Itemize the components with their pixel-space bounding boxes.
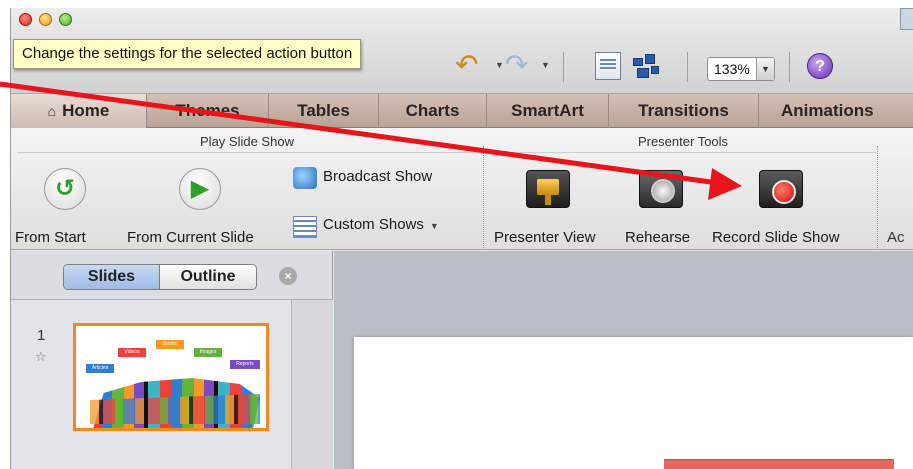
- tab-slides[interactable]: Slides: [64, 265, 160, 289]
- thumb-label: Videos: [118, 348, 146, 357]
- rehearse-label: Rehearse: [625, 229, 691, 246]
- home-icon: ⌂: [47, 103, 57, 119]
- tab-label: Home: [62, 101, 110, 120]
- redo-icon[interactable]: ↷: [505, 48, 543, 82]
- ribbon-tabs: ⌂ Home Themes Tables Charts SmartArt Tran…: [11, 94, 913, 128]
- zoom-value: 133%: [714, 61, 750, 77]
- app-icon: [900, 8, 913, 30]
- from-current-slide-label: From Current Slide: [127, 229, 254, 246]
- tab-outline[interactable]: Outline: [160, 265, 256, 289]
- slides-outline-toggle: Slides Outline: [63, 264, 257, 290]
- broadcast-icon: [293, 167, 317, 189]
- thumb-label: Books: [156, 340, 184, 349]
- tab-transitions[interactable]: Transitions: [609, 94, 759, 128]
- slides-pane: Slides Outline × 1 ☆ Videos Books Images…: [11, 251, 333, 469]
- custom-shows-icon: [293, 216, 317, 238]
- media-browser-icon[interactable]: [631, 52, 661, 80]
- custom-shows-label: Custom Shows: [323, 216, 424, 233]
- pane-splitter[interactable]: [291, 300, 333, 469]
- zoom-window-button[interactable]: [59, 13, 72, 26]
- truncated-button-label[interactable]: Ac: [887, 229, 905, 246]
- slide-number: 1: [37, 327, 46, 344]
- tab-label: SmartArt: [511, 101, 584, 120]
- tab-label: Animations: [781, 101, 874, 120]
- thumb-label: Articles: [86, 364, 114, 373]
- presenter-view-label: Presenter View: [494, 229, 596, 246]
- undo-dropdown-icon[interactable]: ▼: [495, 60, 504, 70]
- custom-shows-button[interactable]: Custom Shows ▼: [323, 216, 439, 233]
- tab-label: Tables: [297, 101, 350, 120]
- group-title-presenter: Presenter Tools: [637, 134, 729, 149]
- toolbar-separator: [687, 52, 688, 82]
- zoom-select[interactable]: 133% ▼: [707, 57, 775, 81]
- group-separator: [483, 146, 484, 250]
- presenter-view-icon[interactable]: [526, 170, 570, 208]
- from-start-button[interactable]: ↺: [44, 168, 86, 210]
- tab-themes[interactable]: Themes: [147, 94, 269, 128]
- tab-animations[interactable]: Animations: [759, 94, 913, 128]
- group-separator: [877, 146, 878, 250]
- powerpoint-window: ↶ ▼ ↷ ▼ 133% ▼ ? ⌂ Home Themes Tables Cha…: [10, 8, 913, 469]
- ribbon-slideshow: Play Slide Show ↺ From Start ▶ From Curr…: [11, 128, 913, 250]
- group-title-line: [17, 152, 479, 153]
- tab-smartart[interactable]: SmartArt: [487, 94, 609, 128]
- rehearse-icon[interactable]: [639, 170, 683, 208]
- group-title-line: [489, 152, 877, 153]
- undo-icon[interactable]: ↶: [455, 48, 495, 82]
- from-current-slide-button[interactable]: ▶: [179, 168, 221, 210]
- zoom-dropdown-icon[interactable]: ▼: [756, 58, 774, 80]
- tab-label: Themes: [175, 101, 240, 120]
- current-slide[interactable]: [354, 337, 913, 469]
- slide-canvas[interactable]: [334, 251, 913, 469]
- tab-label: Transitions: [638, 101, 729, 120]
- slide-thumbnail[interactable]: Videos Books Images Articles Reports: [73, 323, 269, 431]
- chevron-down-icon: ▼: [429, 221, 439, 231]
- tab-home[interactable]: ⌂ Home: [11, 94, 147, 128]
- minimize-window-button[interactable]: [39, 13, 52, 26]
- thumb-label: Images: [194, 348, 222, 357]
- restart-icon: ↺: [54, 175, 76, 202]
- tooltip: Change the settings for the selected act…: [13, 39, 362, 69]
- broadcast-show-button[interactable]: Broadcast Show: [323, 168, 432, 185]
- tab-charts[interactable]: Charts: [379, 94, 487, 128]
- redo-dropdown-icon[interactable]: ▼: [541, 60, 550, 70]
- close-window-button[interactable]: [19, 13, 32, 26]
- animation-star-icon: ☆: [35, 349, 47, 364]
- view-icon[interactable]: [595, 52, 621, 80]
- tab-tables[interactable]: Tables: [269, 94, 379, 128]
- toolbar-separator: [789, 52, 790, 82]
- help-icon[interactable]: ?: [807, 53, 833, 79]
- record-slide-show-label: Record Slide Show: [712, 229, 840, 246]
- toolbar-separator: [563, 52, 564, 82]
- from-start-label: From Start: [15, 229, 86, 246]
- tab-label: Charts: [405, 101, 460, 120]
- close-pane-icon[interactable]: ×: [279, 267, 297, 285]
- record-slide-show-icon[interactable]: [759, 170, 803, 208]
- group-title-play: Play Slide Show: [200, 134, 294, 149]
- thumb-label: Reports: [230, 360, 260, 369]
- slide-shape[interactable]: [664, 459, 894, 469]
- play-icon: ▶: [190, 175, 210, 202]
